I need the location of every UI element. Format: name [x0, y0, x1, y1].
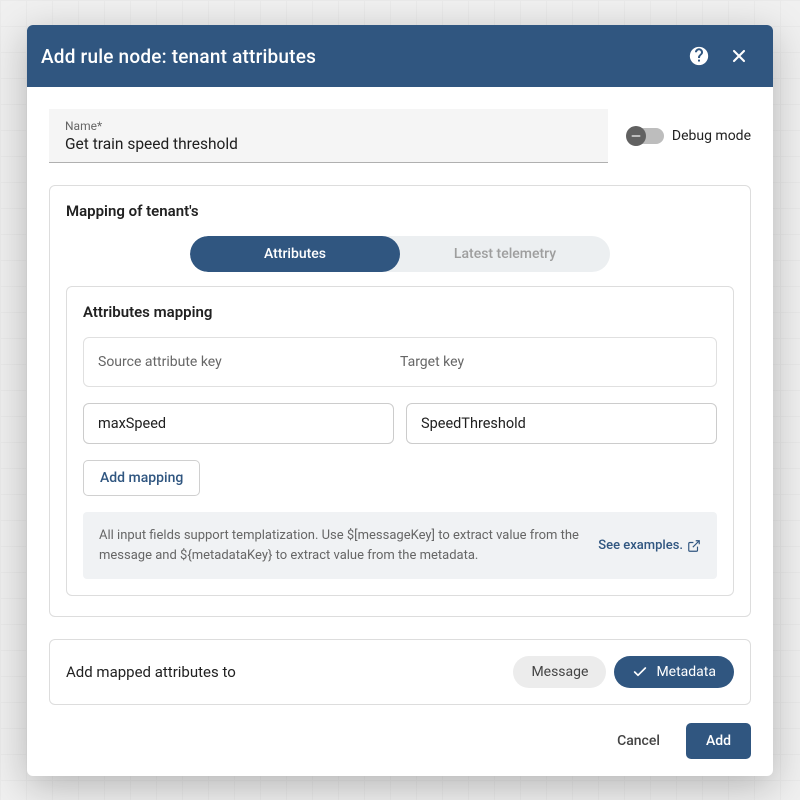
toggle-knob: [626, 126, 646, 146]
templatization-hint-row: All input fields support templatization.…: [83, 512, 717, 579]
mapping-mode-segmented: Attributes Latest telemetry: [190, 236, 610, 272]
destination-message-label: Message: [531, 664, 588, 680]
tab-attributes[interactable]: Attributes: [190, 236, 400, 272]
add-button[interactable]: Add: [686, 723, 751, 759]
add-rule-node-dialog: Add rule node: tenant attributes Name* G…: [27, 25, 773, 776]
dialog-title: Add rule node: tenant attributes: [41, 45, 679, 68]
destination-metadata-label: Metadata: [656, 664, 716, 680]
check-icon: [632, 664, 648, 680]
source-attribute-input[interactable]: [83, 403, 394, 444]
mapping-row: [83, 403, 717, 444]
name-field[interactable]: Name* Get train speed threshold: [49, 109, 608, 163]
attributes-mapping-card: Attributes mapping Source attribute key …: [66, 286, 734, 596]
see-examples-link[interactable]: See examples.: [598, 538, 701, 553]
close-icon: [729, 46, 749, 66]
close-button[interactable]: [719, 36, 759, 76]
see-examples-label: See examples.: [598, 538, 683, 553]
name-value: Get train speed threshold: [65, 133, 592, 156]
help-icon: [688, 45, 710, 67]
add-mapping-button[interactable]: Add mapping: [83, 460, 200, 496]
external-link-icon: [687, 539, 701, 553]
dialog-header: Add rule node: tenant attributes: [27, 25, 773, 87]
destination-chip-group: Message Metadata: [513, 656, 734, 688]
help-button[interactable]: [679, 36, 719, 76]
debug-toggle-container: Debug mode: [628, 128, 751, 144]
mapping-columns-header: Source attribute key Target key: [83, 337, 717, 387]
destination-label: Add mapped attributes to: [66, 663, 513, 681]
mapping-card-title: Mapping of tenant's: [66, 202, 734, 222]
destination-message-chip[interactable]: Message: [513, 656, 606, 688]
templatization-hint-text: All input fields support templatization.…: [99, 526, 582, 565]
target-key-input[interactable]: [406, 403, 717, 444]
name-row: Name* Get train speed threshold Debug mo…: [49, 109, 751, 163]
debug-mode-label: Debug mode: [672, 128, 751, 144]
attributes-mapping-title: Attributes mapping: [83, 303, 717, 321]
name-label: Name*: [65, 119, 592, 133]
mapping-card: Mapping of tenant's Attributes Latest te…: [49, 185, 751, 617]
cancel-button[interactable]: Cancel: [599, 723, 678, 759]
destination-metadata-chip[interactable]: Metadata: [614, 656, 734, 688]
dialog-footer: Cancel Add: [27, 705, 773, 776]
destination-card: Add mapped attributes to Message Metadat…: [49, 639, 751, 705]
dialog-body: Name* Get train speed threshold Debug mo…: [27, 87, 773, 705]
column-target-header: Target key: [400, 354, 702, 370]
column-source-header: Source attribute key: [98, 354, 400, 370]
tab-latest-telemetry[interactable]: Latest telemetry: [400, 236, 610, 272]
debug-mode-toggle[interactable]: [628, 128, 664, 144]
